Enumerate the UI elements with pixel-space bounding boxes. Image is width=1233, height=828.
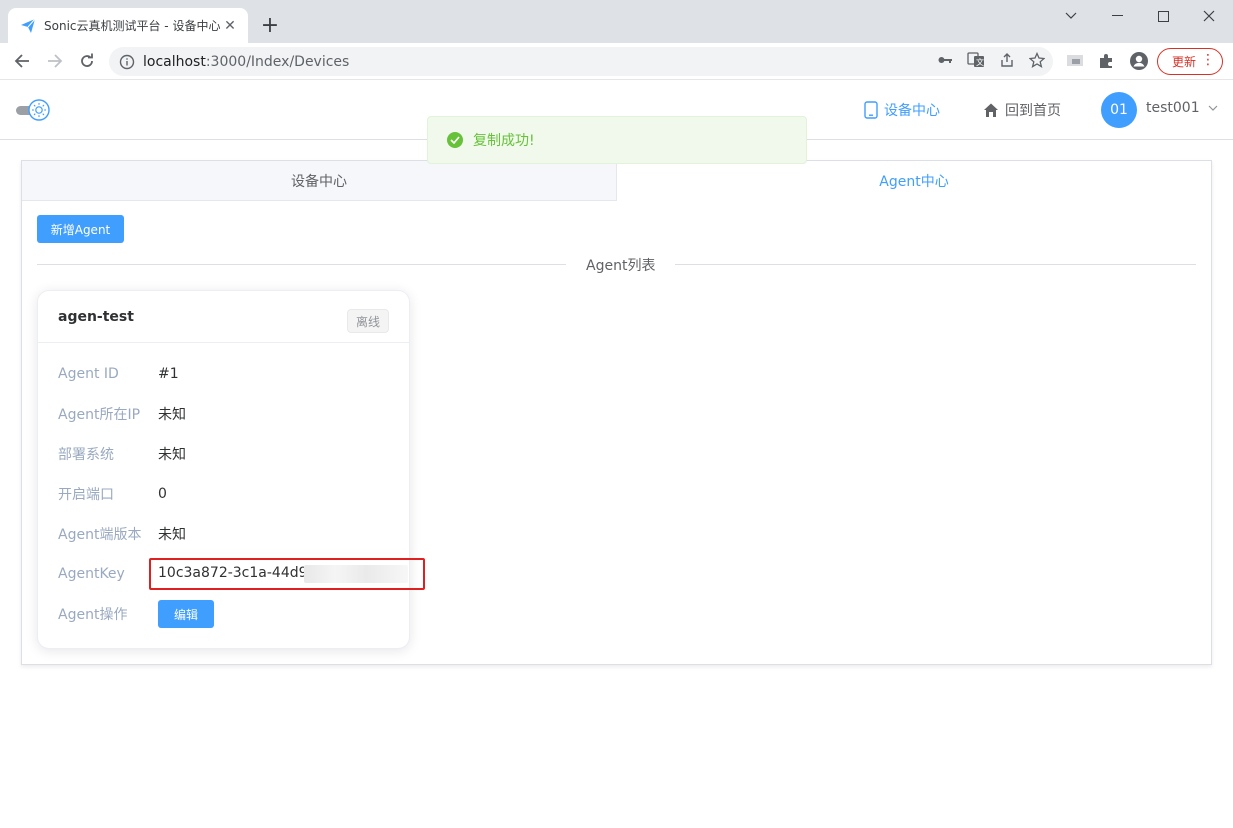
agent-row-version: Agent端版本 未知: [58, 524, 186, 544]
update-label: 更新: [1172, 55, 1197, 69]
row-label: 开启端口: [58, 487, 114, 503]
key-icon[interactable]: [937, 52, 953, 72]
tablet-icon: [864, 101, 878, 119]
chevron-down-icon[interactable]: [1048, 0, 1094, 32]
url-text: localhost:3000/Index/Devices: [143, 54, 349, 70]
tab-device-center[interactable]: 设备中心: [22, 161, 617, 201]
row-label: 部署系统: [58, 447, 114, 463]
agent-key-value[interactable]: 10c3a872-3c1a-44d9-: [158, 565, 313, 581]
info-icon[interactable]: [119, 54, 135, 70]
browser-tabstrip: Sonic云真机测试平台 - 设备中心 ✕ +: [0, 0, 1233, 43]
chevron-down-icon: [1208, 105, 1218, 111]
home-icon: [984, 103, 998, 117]
row-label: Agent端版本: [58, 527, 142, 543]
agent-row-id: Agent ID #1: [58, 364, 179, 384]
puzzle-icon[interactable]: [1094, 49, 1118, 73]
user-menu[interactable]: test001: [1146, 100, 1218, 116]
maximize-icon[interactable]: [1140, 0, 1186, 32]
nav-devices-label: 设备中心: [884, 103, 940, 119]
theme-toggle[interactable]: [16, 99, 50, 121]
toast-message: 复制成功!: [473, 133, 535, 149]
row-label: Agent ID: [58, 366, 119, 382]
profile-icon[interactable]: [1127, 49, 1151, 73]
agent-name: agen-test: [58, 309, 134, 325]
status-badge: 离线: [347, 309, 389, 333]
add-agent-button[interactable]: 新增Agent: [37, 215, 124, 243]
agent-card: agen-test 离线 Agent ID #1 Agent所在IP 未知 部署…: [37, 290, 425, 649]
back-arrow-icon[interactable]: [8, 47, 36, 75]
row-label: Agent操作: [58, 607, 128, 623]
browser-toolbar: localhost:3000/Index/Devices 文 更新 ⋮: [0, 43, 1233, 80]
update-button[interactable]: 更新 ⋮: [1157, 48, 1223, 75]
minimize-icon[interactable]: [1094, 0, 1140, 32]
avatar[interactable]: 01: [1101, 92, 1137, 128]
nav-home[interactable]: 回到首页: [983, 100, 1061, 120]
agent-row-port: 开启端口 0: [58, 484, 167, 504]
username-label: test001: [1146, 100, 1200, 116]
paper-plane-icon: [20, 18, 36, 34]
row-value: 未知: [158, 407, 186, 423]
agent-row-ip: Agent所在IP 未知: [58, 404, 186, 424]
agent-row-actions: Agent操作: [58, 604, 158, 624]
svg-text:文: 文: [976, 57, 984, 67]
nav-home-label: 回到首页: [1005, 103, 1061, 119]
url-host: localhost: [143, 53, 206, 70]
window-close-icon[interactable]: [1186, 0, 1232, 32]
nav-devices[interactable]: 设备中心: [864, 100, 940, 120]
row-value: 0: [158, 486, 167, 502]
row-value: 未知: [158, 527, 186, 543]
address-bar[interactable]: localhost:3000/Index/Devices 文: [109, 47, 1053, 76]
agent-row-key: AgentKey: [58, 564, 158, 584]
browser-tab-title: Sonic云真机测试平台 - 设备中心: [44, 19, 221, 33]
agent-key-redacted: [304, 565, 408, 583]
reload-icon[interactable]: [73, 47, 101, 75]
forward-arrow-icon[interactable]: [41, 47, 69, 75]
share-icon[interactable]: [999, 52, 1015, 72]
row-label: Agent所在IP: [58, 407, 141, 423]
row-value: #1: [158, 366, 179, 382]
browser-tab[interactable]: Sonic云真机测试平台 - 设备中心 ✕: [8, 8, 248, 43]
edit-agent-button[interactable]: 编辑: [158, 600, 214, 628]
success-toast: 复制成功!: [427, 116, 807, 164]
cast-icon[interactable]: [1063, 49, 1087, 73]
translate-icon[interactable]: 文: [967, 51, 985, 72]
agent-row-system: 部署系统 未知: [58, 444, 186, 464]
tab-agent-center[interactable]: Agent中心: [617, 161, 1211, 201]
more-vertical-icon[interactable]: ⋮: [1201, 53, 1215, 67]
star-icon[interactable]: [1028, 51, 1046, 72]
row-value: 未知: [158, 447, 186, 463]
close-icon[interactable]: ✕: [222, 18, 238, 34]
tabs-bar: 设备中心 Agent中心: [22, 161, 1211, 201]
url-path: :3000/Index/Devices: [205, 53, 350, 70]
row-label: AgentKey: [58, 566, 125, 582]
main-card: 设备中心 Agent中心 新增Agent Agent列表 agen-test 离…: [21, 160, 1212, 665]
check-circle-icon: [447, 132, 463, 148]
agent-card-header: agen-test 离线: [38, 291, 409, 343]
section-title: Agent列表: [566, 255, 676, 275]
new-tab-button[interactable]: +: [258, 14, 282, 38]
